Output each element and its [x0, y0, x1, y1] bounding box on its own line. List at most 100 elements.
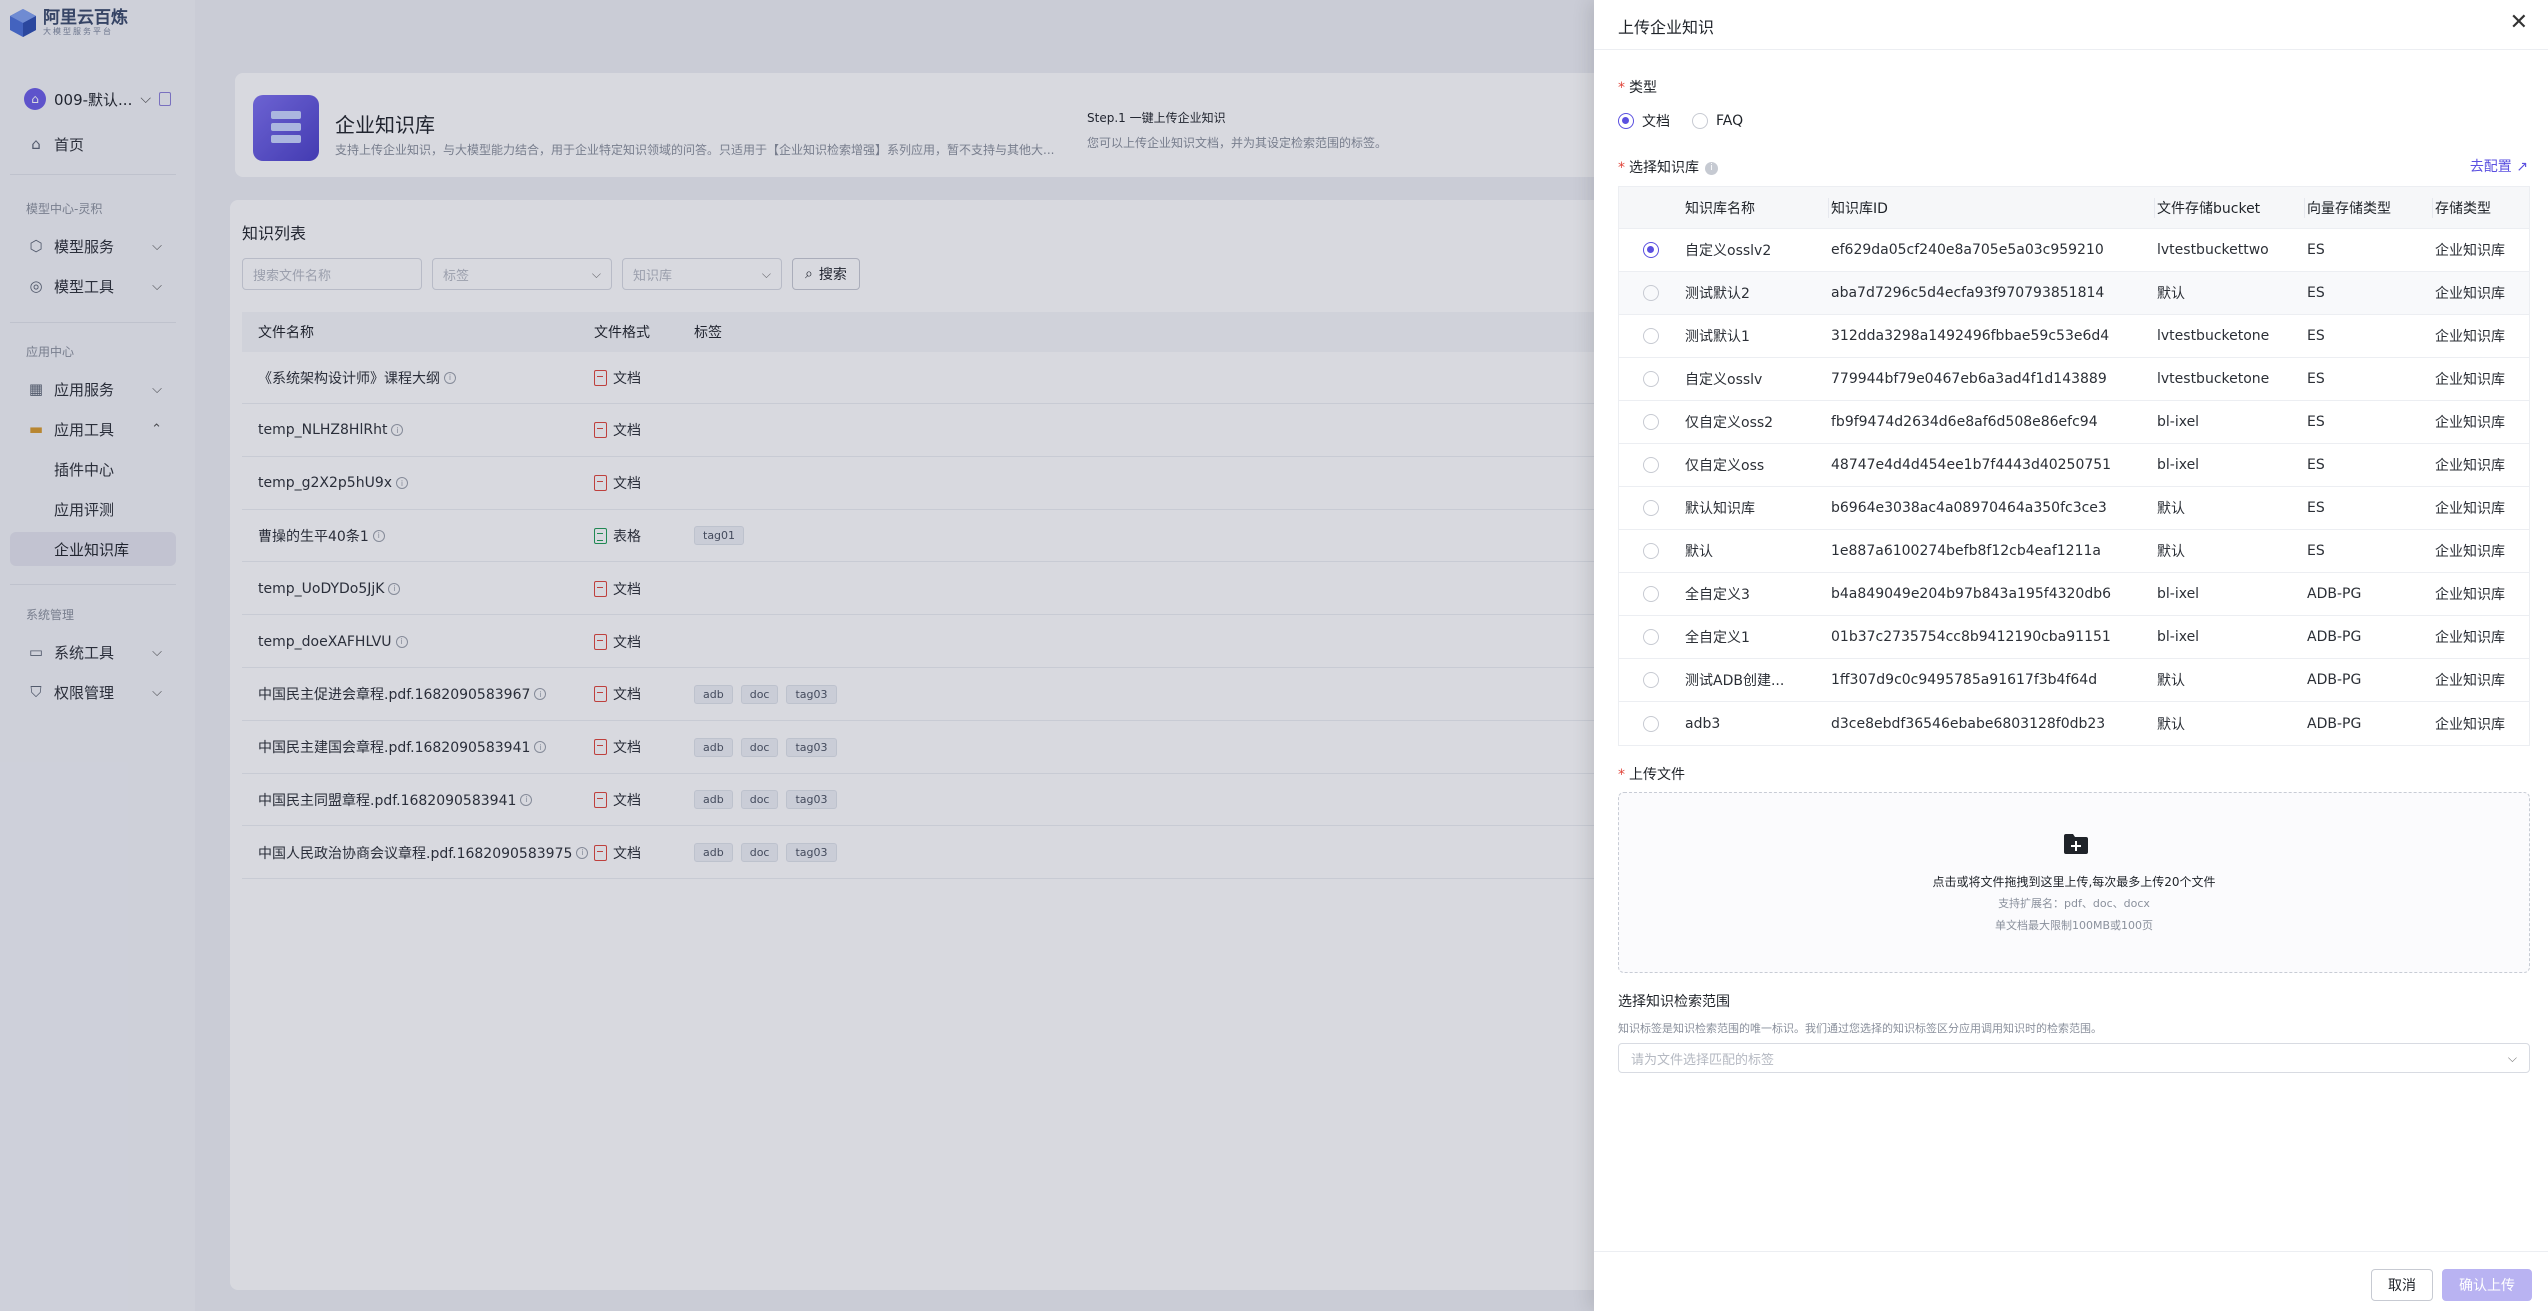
upload-dropzone[interactable]: 点击或将文件拖拽到这里上传,每次最多上传20个文件 支持扩展名：pdf、doc、…: [1618, 792, 2530, 973]
kb-storage-type: 企业知识库: [2435, 415, 2505, 431]
modal-overlay[interactable]: [0, 0, 1594, 1311]
type-label: * 类型: [1618, 80, 1657, 96]
kb-bucket: 默认: [2157, 673, 2185, 689]
kb-vector-type: ES: [2307, 457, 2325, 473]
cancel-button[interactable]: 取消: [2371, 1269, 2433, 1301]
kb-radio-cell: [1619, 457, 1683, 473]
kb-vector-type: ES: [2307, 543, 2325, 559]
kb-table-body: 自定义osslv2 ef629da05cf240e8a705e5a03c95921…: [1619, 229, 2529, 745]
kb-storage-type: 企业知识库: [2435, 544, 2505, 560]
kb-storage-type: 企业知识库: [2435, 501, 2505, 517]
go-config-link[interactable]: 去配置 ↗: [2470, 156, 2528, 176]
kb-bucket: bl-ixel: [2157, 414, 2200, 430]
kb-storage-type: 企业知识库: [2435, 458, 2505, 474]
kb-radio-cell: [1619, 543, 1683, 559]
kb-radio-cell: [1619, 672, 1683, 688]
close-icon[interactable]: ✕: [2510, 10, 2528, 35]
kb-id: d3ce8ebdf36546ebabe6803128f0db23: [1831, 715, 2106, 732]
radio-unchecked-icon[interactable]: [1643, 500, 1659, 516]
kb-table-row[interactable]: 自定义osslv2 ef629da05cf240e8a705e5a03c95921…: [1619, 229, 2529, 272]
kb-radio-cell: [1619, 328, 1683, 344]
drawer-footer: 取消 确认上传: [1594, 1251, 2548, 1311]
kb-name: 默认知识库: [1685, 501, 1755, 517]
radio-unchecked-icon: [1692, 113, 1708, 129]
kb-table-row[interactable]: 默认 1e887a6100274befb8f12cb4eaf1211a 默认 ES 企业…: [1619, 530, 2529, 573]
kb-vector-type: ADB-PG: [2307, 629, 2362, 645]
kb-name: 测试默认1: [1685, 329, 1750, 345]
radio-unchecked-icon[interactable]: [1643, 543, 1659, 559]
upload-drawer: 上传企业知识 ✕ * 类型 文档 FAQ * 选择知识库 i 去配置 ↗ 知识库名称 …: [1594, 0, 2548, 1311]
radio-unchecked-icon[interactable]: [1643, 371, 1659, 387]
upload-label: * 上传文件: [1618, 767, 1685, 783]
kb-storage-type: 企业知识库: [2435, 243, 2505, 259]
kb-table-row[interactable]: 全自定义1 01b37c2735754cc8b9412190cba91151 bl-…: [1619, 616, 2529, 659]
kb-bucket: 默认: [2157, 501, 2185, 517]
kb-vector-type: ADB-PG: [2307, 672, 2362, 688]
kb-name: adb3: [1685, 715, 1721, 732]
external-link-icon: ↗: [2516, 159, 2528, 175]
kb-vector-type: ADB-PG: [2307, 715, 2362, 732]
scope-description: 知识标签是知识检索范围的唯一标识。我们通过您选择的知识标签区分应用调用知识时的检…: [1618, 1022, 2102, 1035]
radio-unchecked-icon[interactable]: [1643, 629, 1659, 645]
kb-vector-type: ES: [2307, 328, 2325, 344]
column-kb-name: 知识库名称: [1683, 197, 1829, 218]
radio-checked-icon[interactable]: [1643, 242, 1659, 258]
column-kb-id: 知识库ID: [1829, 197, 2155, 218]
radio-unchecked-icon[interactable]: [1643, 328, 1659, 344]
kb-vector-type: ES: [2307, 500, 2325, 516]
radio-unchecked-icon[interactable]: [1643, 414, 1659, 430]
type-radio-faq-label: FAQ: [1716, 113, 1744, 129]
kb-id: 1e887a6100274befb8f12cb4eaf1211a: [1831, 543, 2101, 559]
kb-id: b4a849049e204b97b843a195f4320db6: [1831, 586, 2111, 602]
kb-table-row[interactable]: adb3 d3ce8ebdf36546ebabe6803128f0db23 默认 AD…: [1619, 702, 2529, 745]
kb-bucket: bl-ixel: [2157, 586, 2200, 602]
upload-ext-text: 支持扩展名：pdf、doc、docx: [1998, 897, 2150, 910]
kb-radio-cell: [1619, 414, 1683, 430]
kb-storage-type: 企业知识库: [2435, 329, 2505, 345]
kb-storage-type: 企业知识库: [2435, 372, 2505, 388]
kb-table-row[interactable]: 测试ADB创建... 1ff307d9c0c9495785a91617f3b4f6…: [1619, 659, 2529, 702]
kb-bucket: 默认: [2157, 716, 2185, 733]
scope-tag-placeholder: 请为文件选择匹配的标签: [1631, 1052, 1775, 1068]
kb-bucket: 默认: [2157, 286, 2185, 302]
column-bucket: 文件存储bucket: [2155, 197, 2305, 218]
radio-unchecked-icon[interactable]: [1643, 457, 1659, 473]
kb-id: 48747e4d4d454ee1b7f4443d40250751: [1831, 457, 2112, 473]
type-radio-faq[interactable]: FAQ: [1692, 111, 1743, 131]
kb-radio-cell: [1619, 715, 1683, 732]
kb-table-row[interactable]: 全自定义3 b4a849049e204b97b843a195f4320db6 bl-…: [1619, 573, 2529, 616]
kb-bucket: 默认: [2157, 544, 2185, 560]
kb-vector-type: ES: [2307, 242, 2325, 258]
drawer-title: 上传企业知识: [1618, 18, 1715, 37]
kb-table-row[interactable]: 测试默认1 312dda3298a1492496fbbae59c53e6d4 lvt…: [1619, 315, 2529, 358]
kb-label-text: 选择知识库: [1629, 160, 1699, 176]
kb-id: 779944bf79e0467eb6a3ad4f1d143889: [1831, 371, 2107, 387]
kb-id: fb9f9474d2634d6e8af6d508e86efc94: [1831, 414, 2098, 430]
kb-vector-type: ADB-PG: [2307, 586, 2362, 602]
kb-bucket: bl-ixel: [2157, 457, 2200, 473]
kb-id: 1ff307d9c0c9495785a91617f3b4f64d: [1831, 672, 2098, 688]
radio-unchecked-icon[interactable]: [1643, 672, 1659, 688]
kb-bucket: lvtestbuckettwo: [2157, 242, 2269, 258]
kb-table-row[interactable]: 测试默认2 aba7d7296c5d4ecfa93f970793851814 默认 E…: [1619, 272, 2529, 315]
column-vector: 向量存储类型: [2305, 197, 2433, 218]
chevron-down-icon: ⌵: [2507, 1050, 2517, 1065]
type-radio-doc[interactable]: 文档: [1618, 111, 1670, 131]
kb-storage-type: 企业知识库: [2435, 716, 2505, 733]
column-storage: 存储类型: [2435, 200, 2491, 217]
kb-table-row[interactable]: 自定义osslv 779944bf79e0467eb6a3ad4f1d143889…: [1619, 358, 2529, 401]
kb-table-row[interactable]: 仅自定义oss 48747e4d4d454ee1b7f4443d40250751 b…: [1619, 444, 2529, 487]
kb-table-row[interactable]: 仅自定义oss2 fb9f9474d2634d6e8af6d508e86efc94…: [1619, 401, 2529, 444]
radio-unchecked-icon[interactable]: [1643, 715, 1659, 732]
kb-bucket: lvtestbucketone: [2157, 371, 2270, 387]
info-icon[interactable]: i: [1705, 161, 1718, 175]
kb-table-row[interactable]: 默认知识库 b6964e3038ac4a08970464a350fc3ce3 默认 E…: [1619, 487, 2529, 530]
kb-id: 312dda3298a1492496fbbae59c53e6d4: [1831, 328, 2110, 344]
radio-unchecked-icon[interactable]: [1643, 285, 1659, 301]
radio-unchecked-icon[interactable]: [1643, 586, 1659, 602]
folder-add-icon: [2064, 834, 2088, 854]
confirm-upload-button[interactable]: 确认上传: [2442, 1269, 2532, 1301]
upload-main-text: 点击或将文件拖拽到这里上传,每次最多上传20个文件: [1932, 875, 2216, 889]
kb-bucket: bl-ixel: [2157, 629, 2200, 645]
scope-tag-select[interactable]: 请为文件选择匹配的标签 ⌵: [1618, 1043, 2530, 1073]
